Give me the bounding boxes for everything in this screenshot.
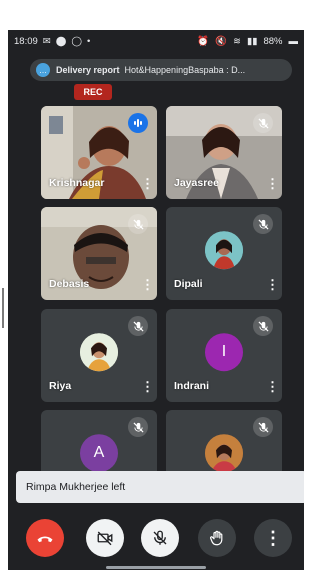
participant-name: Jayasree: [174, 177, 219, 189]
battery-level: 88%: [263, 36, 283, 47]
participant-avatar: [205, 230, 243, 269]
end-call-button[interactable]: [26, 519, 64, 557]
gesture-nav-handle[interactable]: [106, 566, 206, 569]
status-time: 18:09: [14, 36, 38, 47]
meet-screen: 18:09 ✉ ⬤ ◯ • ⏰ 🔇 ≋ ▮▮ 88% ▬ … Delivery …: [8, 30, 304, 570]
participant-avatar: [80, 332, 118, 371]
toast-message: Rimpa Mukherjee left: [26, 481, 126, 493]
status-bar: 18:09 ✉ ⬤ ◯ • ⏰ 🔇 ≋ ▮▮ 88% ▬: [8, 30, 304, 52]
participant-tile-dipali[interactable]: Dipali ⋮: [166, 207, 282, 300]
heads-up-notification[interactable]: … Delivery report Hot&HappeningBaspaba :…: [30, 59, 292, 81]
mic-off-icon: [128, 316, 148, 336]
participant-tile-indrani[interactable]: I Indrani ⋮: [166, 309, 282, 402]
raise-hand-button[interactable]: [198, 519, 236, 557]
hang-up-icon: [37, 536, 53, 543]
mic-off-icon: [253, 214, 273, 234]
participant-tile-krishnagar[interactable]: Krishnagar ⋮: [41, 106, 157, 199]
more-vert-icon: ⋮: [264, 528, 282, 548]
mic-off-icon: [253, 113, 273, 133]
camera-off-icon: [97, 531, 113, 546]
speaking-indicator: [128, 113, 148, 133]
whatsapp-icon: ◯: [71, 36, 83, 47]
participant-name: Riya: [49, 380, 72, 392]
recording-badge: REC: [74, 84, 112, 100]
participant-tile-riya[interactable]: Riya ⋮: [41, 309, 157, 402]
notification-message: Hot&HappeningBaspaba : D...: [124, 65, 246, 75]
battery-icon: ▬: [288, 36, 299, 47]
hand-icon: [210, 530, 223, 546]
participant-name: Debasis: [49, 278, 90, 290]
alarm-icon: ⏰: [197, 36, 210, 47]
more-options-button[interactable]: ⋮: [254, 519, 292, 557]
more-options-icon[interactable]: ⋮: [266, 278, 279, 292]
notification-icon: ⬤: [55, 36, 67, 47]
more-options-icon[interactable]: ⋮: [141, 177, 154, 191]
more-options-icon[interactable]: ⋮: [266, 380, 279, 394]
chat-bubble-icon: …: [36, 63, 50, 77]
participant-avatar-letter: I: [205, 332, 243, 371]
more-options-icon[interactable]: ⋮: [141, 380, 154, 394]
mic-off-icon: [128, 417, 148, 437]
mic-off-icon: [128, 214, 148, 234]
participant-tile-jayasree[interactable]: Jayasree ⋮: [166, 106, 282, 199]
left-edge-marker: [2, 288, 4, 328]
participant-name: Indrani: [174, 380, 210, 392]
more-options-icon[interactable]: ⋮: [266, 177, 279, 191]
signal-icon: ▮▮: [247, 36, 258, 47]
dot-icon: •: [87, 36, 91, 47]
camera-toggle-button[interactable]: [86, 519, 124, 557]
message-icon: ✉: [42, 36, 51, 47]
participant-avatar-letter: A: [80, 433, 118, 472]
mic-off-icon: [153, 530, 167, 545]
mic-off-icon: [253, 417, 273, 437]
participant-avatar: [205, 433, 243, 472]
mute-icon: 🔇: [215, 36, 228, 47]
notification-title: Delivery report: [56, 65, 120, 75]
participant-name: Dipali: [174, 278, 203, 290]
mic-off-icon: [253, 316, 273, 336]
participant-name: Krishnagar: [49, 177, 105, 189]
mic-toggle-button[interactable]: [141, 519, 179, 557]
participant-left-toast: Rimpa Mukherjee left: [16, 471, 304, 503]
wifi-icon: ≋: [233, 36, 242, 47]
participant-tile-debasis[interactable]: Debasis ⋮: [41, 207, 157, 300]
more-options-icon[interactable]: ⋮: [141, 278, 154, 292]
